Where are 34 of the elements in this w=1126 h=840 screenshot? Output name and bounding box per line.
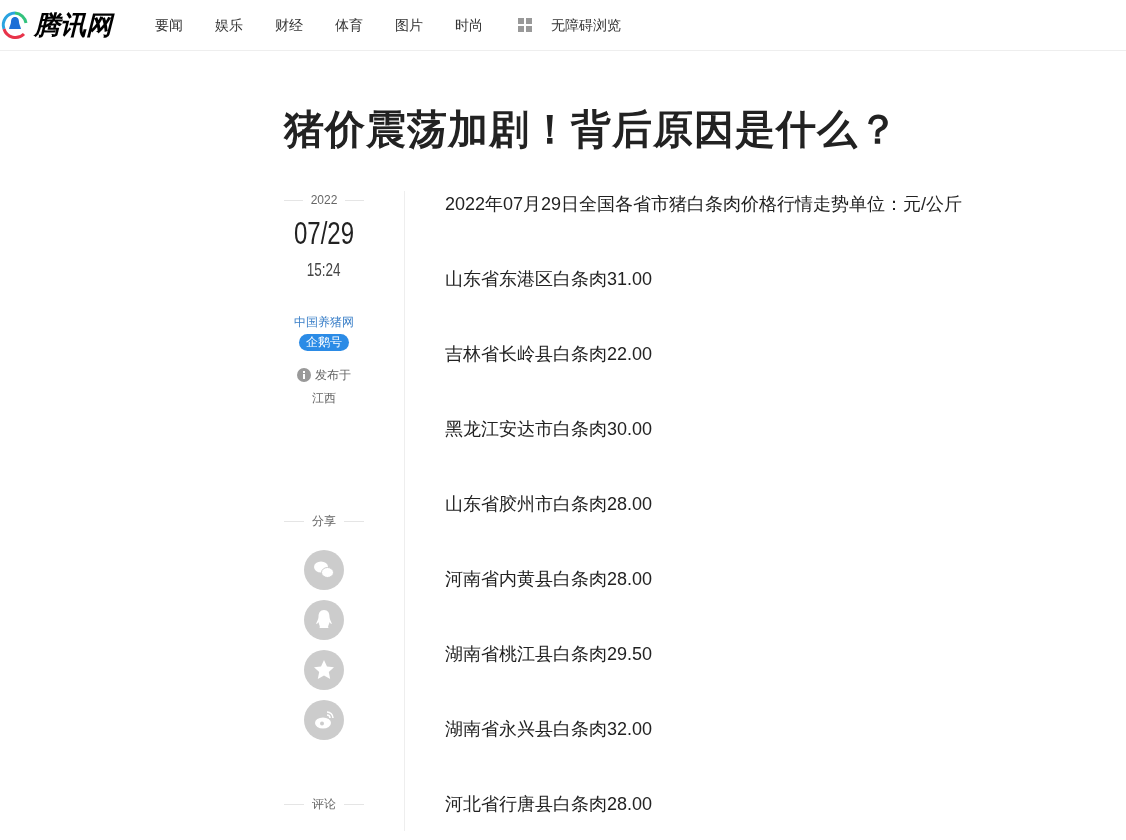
nav-link[interactable]: 财经 — [275, 14, 335, 36]
nav-link[interactable]: 体育 — [335, 14, 395, 36]
nav-link[interactable]: 要闻 — [155, 14, 215, 36]
info-icon — [297, 368, 311, 382]
article-paragraph: 河南省内黄县白条肉28.00 — [445, 568, 654, 591]
article-paragraph: 黑龙江安达市白条肉30.00 — [445, 418, 654, 441]
comment-label: 评论 — [312, 796, 336, 813]
published-label: 发布于 — [315, 367, 351, 384]
publish-date: 07/29 — [294, 214, 355, 253]
logo-icon — [0, 10, 30, 40]
article-paragraph: 山东省东港区白条肉31.00 — [445, 268, 654, 291]
location-text: 江西 — [312, 390, 336, 407]
article-paragraph: 山东省胶州市白条肉28.00 — [445, 493, 654, 516]
article-paragraph: 湖南省永兴县白条肉32.00 — [445, 718, 654, 741]
grid-icon[interactable] — [518, 18, 532, 32]
article-paragraph: 河北省行唐县白条肉28.00 — [445, 793, 654, 816]
share-label: 分享 — [312, 513, 336, 530]
share-button[interactable] — [304, 650, 344, 690]
accessibility-link[interactable]: 无障碍浏览 — [551, 14, 621, 36]
publish-year: 2022 — [310, 192, 338, 209]
share-button[interactable] — [304, 600, 344, 640]
nav-link[interactable]: 时尚 — [455, 14, 515, 36]
article-paragraph: 2022年07月29日全国各省市猪白条肉价格行情走势单位：元/公斤 — [445, 193, 963, 216]
account-badge: 企鹅号 — [299, 334, 349, 351]
nav-link[interactable]: 图片 — [395, 14, 455, 36]
article-title: 猪价震荡加剧！背后原因是什么？ — [284, 106, 900, 153]
share-button[interactable] — [304, 550, 344, 590]
source-link[interactable]: 中国养猪网 — [294, 313, 354, 331]
nav-link[interactable]: 娱乐 — [215, 14, 275, 36]
star-icon — [312, 658, 336, 682]
publish-time: 15:24 — [307, 259, 341, 282]
article-paragraph: 吉林省长岭县白条肉22.00 — [445, 343, 654, 366]
share-button[interactable] — [304, 700, 344, 740]
article-paragraph: 湖南省桃江县白条肉29.50 — [445, 643, 654, 666]
